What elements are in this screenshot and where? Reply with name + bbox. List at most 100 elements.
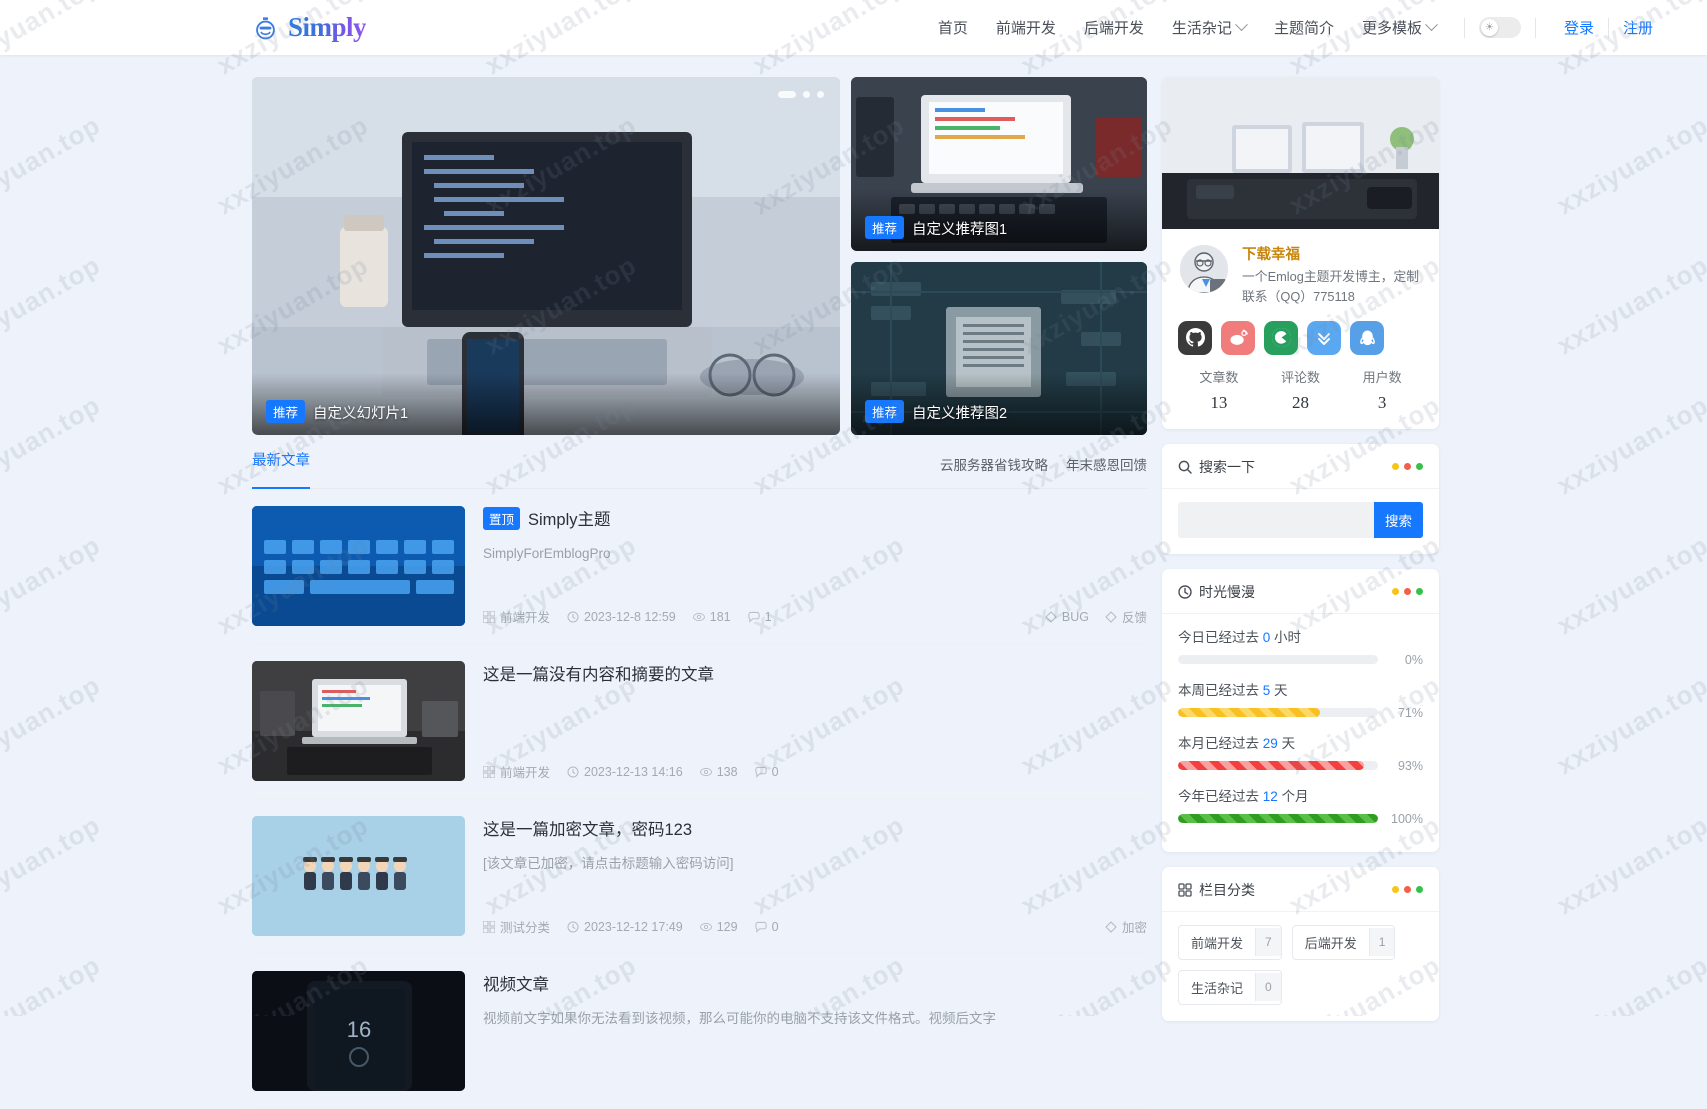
time-value: 0 — [1262, 629, 1271, 645]
time-prefix: 今年已经过去 — [1178, 788, 1259, 804]
post-body: 置顶 Simply主题 SimplyForEmblogPro 前端开发 2023… — [483, 506, 1147, 626]
post-title[interactable]: 这是一篇加密文章，密码123 — [483, 816, 1147, 840]
github-icon[interactable] — [1178, 320, 1212, 355]
post-title[interactable]: 置顶 Simply主题 — [483, 506, 1147, 530]
grid-icon — [1178, 883, 1192, 897]
promo-link-cloud-server[interactable]: 云服务器省钱攻略 — [940, 454, 1048, 474]
chevron-down-icon — [1425, 18, 1438, 32]
category-name: 后端开发 — [1304, 935, 1357, 951]
card-title-text: 栏目分类 — [1199, 881, 1255, 898]
category-item-backend[interactable]: 后端开发 1 — [1291, 924, 1396, 960]
chevrons-down-icon[interactable] — [1307, 320, 1341, 355]
weibo-icon[interactable] — [1221, 320, 1255, 355]
post-title[interactable]: 视频文章 — [483, 971, 1147, 995]
promo-link-year-end[interactable]: 年末感恩回馈 — [1066, 454, 1147, 474]
post-tag[interactable]: BUG — [1045, 607, 1089, 626]
main-nav: 首页 前端开发 后端开发 生活杂记 主题简介 更多模板 ☀ — [924, 17, 1550, 38]
nav-item-life[interactable]: 生活杂记 — [1158, 17, 1260, 38]
progress-percent: 71% — [1397, 705, 1423, 720]
post-category[interactable]: 前端开发 — [483, 762, 550, 781]
login-link[interactable]: 登录 — [1550, 17, 1608, 38]
slider-dot[interactable] — [817, 91, 824, 98]
nav-item-about-theme[interactable]: 主题简介 — [1260, 17, 1348, 38]
nav-label: 生活杂记 — [1171, 20, 1232, 37]
table-row[interactable]: 16 视频文章 视频前文字如果你无法看到该视频，那么可能你的电脑不支持该文件格式… — [252, 954, 1147, 1109]
comment-icon — [755, 766, 767, 778]
csdn-icon[interactable] — [1264, 320, 1298, 355]
search-button[interactable]: 搜索 — [1374, 501, 1423, 538]
eye-icon — [699, 767, 712, 776]
post-comments-count: 0 — [771, 764, 779, 779]
register-link[interactable]: 注册 — [1609, 17, 1667, 38]
theme-toggle[interactable]: ☀ — [1478, 17, 1521, 38]
post-thumbnail-image — [252, 661, 465, 781]
clock-icon — [567, 921, 579, 932]
eye-icon — [699, 922, 712, 931]
post-thumbnail-image: 16 — [252, 971, 465, 1091]
search-input[interactable] — [1178, 501, 1374, 538]
category-list: 前端开发 7 后端开发 1 生活杂记 0 — [1162, 912, 1439, 1021]
post-tag[interactable]: 加密 — [1105, 917, 1147, 936]
post-thumbnail[interactable] — [252, 816, 465, 936]
post-thumbnail[interactable] — [252, 506, 465, 626]
nav-item-backend[interactable]: 后端开发 — [1070, 17, 1158, 38]
post-thumbnail[interactable] — [252, 661, 465, 781]
hero-feature-2-caption: 推荐 自定义推荐图2 — [851, 373, 1147, 435]
slider-dot[interactable] — [803, 91, 810, 98]
grid-icon — [483, 765, 495, 778]
time-progress-card: 时光慢漫 今日已经过去 0 小时 0% 本周已经过去 5 天 71% 本月已经过… — [1162, 568, 1439, 852]
time-suffix: 天 — [1274, 682, 1288, 698]
slider-dots[interactable] — [778, 91, 824, 98]
post-excerpt: 视频前文字如果你无法看到该视频，那么可能你的电脑不支持该文件格式。视频后文字 — [483, 1011, 996, 1026]
post-views: 138 — [699, 765, 738, 779]
hero-feature-2[interactable]: 推荐 自定义推荐图2 — [851, 261, 1147, 435]
post-meta: 前端开发 2023-12-8 12:59 181 1 BUG 反馈 — [483, 607, 1147, 626]
post-title[interactable]: 这是一篇没有内容和摘要的文章 — [483, 661, 1147, 685]
grid-icon — [483, 610, 495, 623]
profile-stats: 文章数 13 评论数 28 用户数 3 — [1162, 355, 1439, 429]
dot-red — [1404, 886, 1411, 894]
time-label: 本周已经过去 5 天 — [1178, 679, 1423, 699]
hero-slide[interactable]: 推荐 自定义幻灯片1 — [252, 77, 840, 435]
search-card: 搜索一下 搜索 — [1162, 443, 1439, 554]
window-dots — [1392, 463, 1423, 471]
window-dots — [1392, 886, 1423, 894]
tab-label: 最新文章 — [252, 453, 310, 469]
time-label: 本月已经过去 29 天 — [1178, 732, 1423, 752]
tag-icon — [1045, 610, 1057, 623]
post-category[interactable]: 前端开发 — [483, 607, 550, 626]
progress-row: 93% — [1178, 759, 1423, 773]
category-item-life[interactable]: 生活杂记 0 — [1178, 969, 1282, 1005]
site-logo[interactable]: Simply — [252, 12, 367, 43]
post-body: 这是一篇没有内容和摘要的文章 前端开发 2023-12-13 14:16 138… — [483, 661, 1147, 781]
post-date-label: 2023-12-8 12:59 — [584, 609, 676, 624]
table-row[interactable]: 置顶 Simply主题 SimplyForEmblogPro 前端开发 2023… — [252, 489, 1147, 644]
post-thumbnail[interactable]: 16 — [252, 971, 465, 1091]
post-excerpt: [该文章已加密，请点击标题输入密码访问] — [483, 856, 734, 871]
table-row[interactable]: 这是一篇没有内容和摘要的文章 前端开发 2023-12-13 14:16 138… — [252, 644, 1147, 799]
hero-slide-title: 自定义幻灯片1 — [313, 406, 409, 422]
nav-label: 首页 — [937, 20, 968, 37]
slider-dot-active[interactable] — [778, 91, 796, 98]
category-item-frontend[interactable]: 前端开发 7 — [1178, 924, 1282, 960]
progress-row: 71% — [1178, 706, 1423, 720]
post-views-count: 181 — [709, 609, 731, 624]
nav-item-more-templates[interactable]: 更多模板 — [1348, 17, 1450, 38]
avatar-image — [1180, 245, 1228, 293]
eye-icon — [692, 612, 705, 621]
post-category[interactable]: 测试分类 — [483, 917, 550, 936]
post-tag[interactable]: 反馈 — [1105, 607, 1147, 626]
progress-percent: 0% — [1404, 652, 1423, 667]
tab-latest-articles[interactable]: 最新文章 — [252, 449, 310, 489]
clock-icon — [567, 766, 579, 777]
nav-item-frontend[interactable]: 前端开发 — [982, 17, 1070, 38]
search-row: 搜索 — [1162, 489, 1439, 554]
qq-icon[interactable] — [1350, 320, 1384, 355]
sidebar: 下载幸福 一个Emlog主题开发博主，定制联系（QQ）775118 文章数 13… — [1162, 77, 1439, 1109]
tag-icon — [1105, 920, 1117, 933]
stat-value: 13 — [1210, 392, 1228, 412]
hero-feature-1[interactable]: 推荐 自定义推荐图1 — [851, 77, 1147, 251]
nav-item-home[interactable]: 首页 — [924, 17, 982, 38]
table-row[interactable]: 这是一篇加密文章，密码123 [该文章已加密，请点击标题输入密码访问] 测试分类… — [252, 799, 1147, 954]
post-category-label: 前端开发 — [500, 766, 551, 780]
